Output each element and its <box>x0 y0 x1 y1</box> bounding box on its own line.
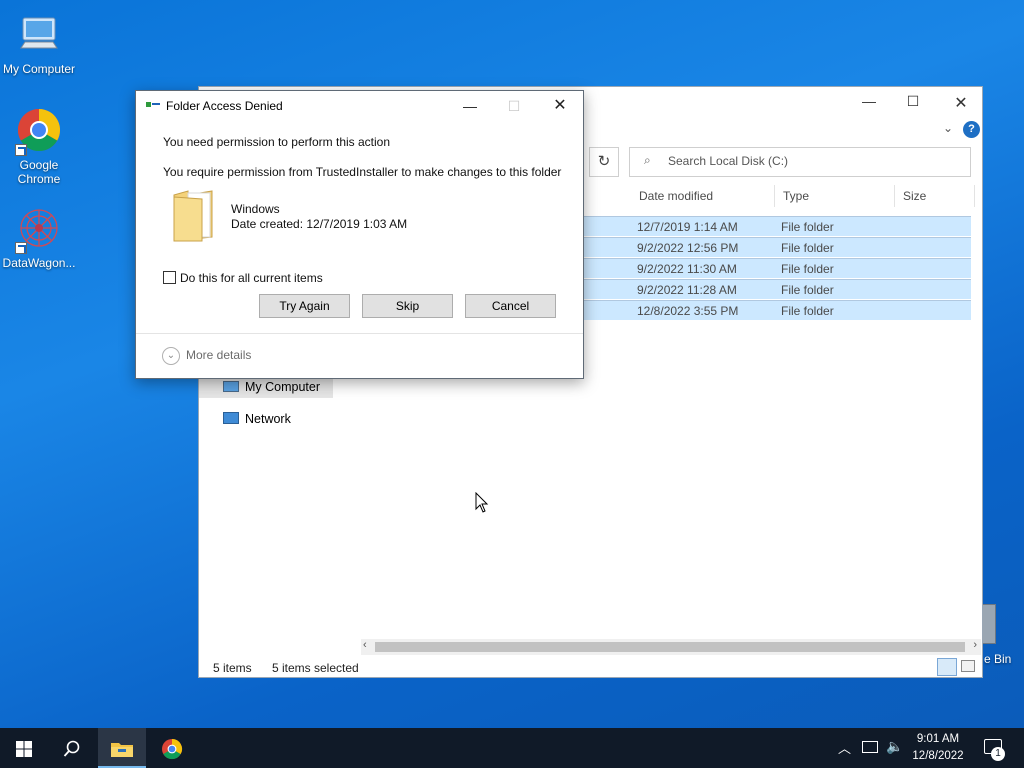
row-date: 9/2/2022 11:30 AM <box>637 262 737 276</box>
status-item-count: 5 items <box>213 661 252 675</box>
network-icon <box>223 412 239 424</box>
folder-name: Windows <box>231 202 280 216</box>
scroll-left-icon[interactable]: ‹ <box>363 639 367 651</box>
desktop-icon-label: DataWagon... <box>2 256 76 270</box>
scroll-right-icon[interactable]: › <box>973 639 977 651</box>
datawagon-icon <box>15 206 63 254</box>
large-icons-view-icon[interactable] <box>961 660 975 672</box>
row-type: File folder <box>781 304 834 318</box>
desktop-icon-datawagon[interactable]: DataWagon... <box>0 206 78 270</box>
column-header-type[interactable]: Type <box>775 185 895 207</box>
table-row[interactable]: 9/2/2022 12:56 PM File folder <box>579 237 971 257</box>
horizontal-scrollbar[interactable]: ‹ › <box>361 639 981 655</box>
taskbar: ︿ 🔈 9:01 AM 12/8/2022 1 <box>0 728 1024 768</box>
table-row[interactable]: 9/2/2022 11:28 AM File folder <box>579 279 971 299</box>
volume-icon[interactable]: 🔈 <box>886 738 903 755</box>
nav-item-my-computer[interactable]: My Computer <box>199 376 333 398</box>
column-header-date[interactable]: Date modified <box>631 185 775 207</box>
table-row[interactable]: 12/8/2022 3:55 PM File folder <box>579 300 971 320</box>
taskbar-chrome[interactable] <box>148 728 196 768</box>
dialog-title: Folder Access Denied <box>166 99 283 113</box>
search-placeholder: Search Local Disk (C:) <box>668 154 789 168</box>
desktop-icon-chrome[interactable]: Google Chrome <box>0 108 78 186</box>
status-selected-count: 5 items selected <box>272 661 359 675</box>
dialog-message: You need permission to perform this acti… <box>163 135 391 149</box>
network-icon[interactable] <box>862 741 878 753</box>
expand-ribbon-icon[interactable]: ⌄ <box>943 121 953 135</box>
nav-label: Network <box>245 412 291 426</box>
skip-button[interactable]: Skip <box>362 294 453 318</box>
desktop-icon-label: Google Chrome <box>17 158 61 186</box>
start-button[interactable] <box>0 728 48 768</box>
shortcut-arrow-icon <box>15 144 27 156</box>
clock[interactable]: 9:01 AM 12/8/2022 <box>912 731 964 765</box>
folder-icon <box>111 742 133 757</box>
show-hidden-icons-icon[interactable]: ︿ <box>838 738 851 757</box>
shortcut-arrow-icon <box>15 242 27 254</box>
nav-label: My Computer <box>245 380 321 394</box>
desktop-icon-label: My Computer <box>2 62 76 76</box>
desktop-icon-label: e Bin <box>984 652 1012 666</box>
search-icon: ⌕ <box>644 153 651 167</box>
row-date: 9/2/2022 11:28 AM <box>637 283 737 297</box>
refresh-button[interactable]: ↻ <box>589 147 619 177</box>
mouse-cursor-icon <box>475 492 489 513</box>
apply-to-all-checkbox[interactable] <box>163 271 176 284</box>
scrollbar-thumb[interactable] <box>375 642 965 652</box>
minimize-button[interactable]: — <box>448 93 492 119</box>
close-button[interactable]: ✕ <box>538 93 582 119</box>
dialog-app-icon <box>146 100 160 110</box>
row-date: 12/8/2022 3:55 PM <box>637 304 739 318</box>
chrome-icon <box>15 108 63 156</box>
clock-date: 12/8/2022 <box>912 750 964 762</box>
taskbar-file-explorer[interactable] <box>98 728 146 768</box>
more-details-toggle[interactable]: ⌄ More details <box>162 347 251 365</box>
table-row[interactable]: 12/7/2019 1:14 AM File folder <box>579 216 971 236</box>
row-type: File folder <box>781 262 834 276</box>
chrome-icon <box>162 738 183 759</box>
help-icon[interactable]: ? <box>963 121 980 138</box>
folder-date-created: Date created: 12/7/2019 1:03 AM <box>231 217 408 231</box>
nav-item-network[interactable]: Network <box>221 408 291 430</box>
close-button[interactable]: ✕ <box>939 93 983 115</box>
windows-logo-icon <box>16 740 32 757</box>
clock-time: 9:01 AM <box>916 733 960 745</box>
maximize-button: ☐ <box>507 98 521 114</box>
table-row[interactable]: 9/2/2022 11:30 AM File folder <box>579 258 971 278</box>
try-again-button[interactable]: Try Again <box>259 294 350 318</box>
desktop-icon-my-computer[interactable]: My Computer <box>0 12 78 76</box>
row-date: 9/2/2022 12:56 PM <box>637 241 739 255</box>
more-details-label: More details <box>186 348 252 363</box>
computer-icon <box>223 381 239 392</box>
apply-to-all-label[interactable]: Do this for all current items <box>180 271 323 285</box>
notification-count-badge: 1 <box>991 747 1005 761</box>
maximize-button[interactable]: ☐ <box>891 93 935 115</box>
row-type: File folder <box>781 241 834 255</box>
search-icon <box>63 740 80 757</box>
cancel-button[interactable]: Cancel <box>465 294 556 318</box>
row-type: File folder <box>781 283 834 297</box>
column-header-size[interactable]: Size <box>895 185 975 207</box>
computer-icon <box>15 12 63 60</box>
folder-icon <box>172 187 214 243</box>
minimize-button[interactable]: — <box>847 93 891 115</box>
row-date: 12/7/2019 1:14 AM <box>637 220 738 234</box>
details-view-icon[interactable] <box>937 658 957 676</box>
folder-access-denied-dialog: Folder Access Denied — ☐ ✕ You need perm… <box>135 90 584 379</box>
search-button[interactable] <box>48 728 96 768</box>
dialog-detail: You require permission from TrustedInsta… <box>163 165 562 179</box>
chevron-down-icon: ⌄ <box>162 347 180 365</box>
divider <box>136 333 583 334</box>
search-input[interactable]: ⌕ Search Local Disk (C:) <box>629 147 971 177</box>
row-type: File folder <box>781 220 834 234</box>
